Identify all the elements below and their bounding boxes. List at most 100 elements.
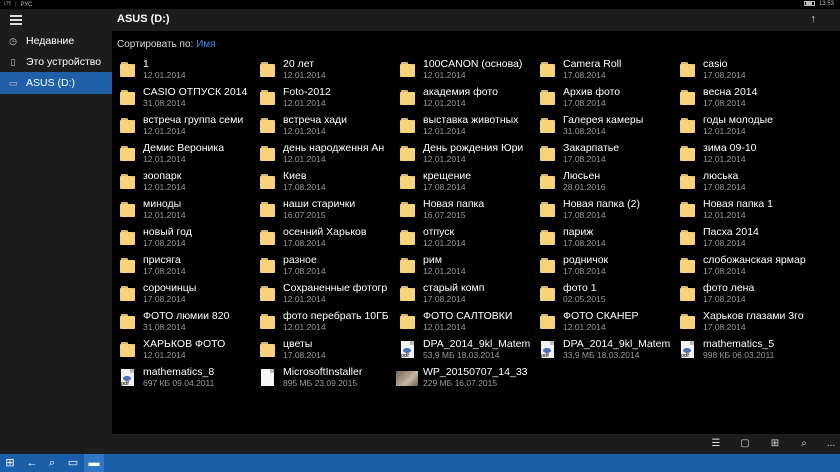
item-name: наши старички <box>283 198 356 210</box>
view-mode-icon[interactable]: ⊞ <box>768 437 782 451</box>
folder-item[interactable]: 20 лет 12.01.2014 <box>252 56 392 84</box>
item-meta: 17.08.2014 <box>283 350 326 360</box>
item-meta: 17.08.2014 <box>703 322 746 332</box>
more-icon[interactable]: ... <box>824 437 838 451</box>
folder-item[interactable]: CASIO ОТПУСК 2014 31.08.2014 <box>112 84 252 112</box>
folder-item[interactable]: casio 17.08.2014 <box>672 56 812 84</box>
task-view-icon[interactable]: ▭ <box>63 454 83 472</box>
folder-item[interactable]: фото перебрать 10ГБ 12.01.2014 <box>252 308 392 336</box>
folder-item[interactable]: крещение 17.08.2014 <box>392 168 532 196</box>
back-arrow-icon[interactable]: ← <box>22 454 42 472</box>
folder-item[interactable]: миноды 12.01.2014 <box>112 196 252 224</box>
file-item[interactable]: pdf DPA_2014_9kl_Matem 53,9 МБ 18.03.2014 <box>392 336 532 364</box>
file-item[interactable]: MicrosoftInstaller 895 МБ 23.09.2015 <box>252 364 392 392</box>
folder-item[interactable]: Киев 17.08.2014 <box>252 168 392 196</box>
folder-item[interactable]: рим 12.01.2014 <box>392 252 532 280</box>
folder-item[interactable]: встреча группа семи 12.01.2014 <box>112 112 252 140</box>
nav-item-this-device[interactable]: ▯ Это устройство <box>0 51 112 73</box>
folder-icon <box>119 341 136 358</box>
folder-icon <box>119 89 136 106</box>
clock-icon: ◷ <box>9 35 17 46</box>
folder-item[interactable]: люська 17.08.2014 <box>672 168 812 196</box>
folder-item[interactable]: новый год 17.08.2014 <box>112 224 252 252</box>
folder-item[interactable]: Foto-2012 12.01.2014 <box>252 84 392 112</box>
folder-item[interactable]: наши старички 16.07.2015 <box>252 196 392 224</box>
item-name: годы молодые <box>703 114 773 126</box>
file-item[interactable]: pdf mathematics_5 998 КБ 06.03.2011 <box>672 336 812 364</box>
hamburger-menu-icon[interactable] <box>10 15 22 25</box>
folder-item[interactable]: ФОТО люмии 820 31.08.2014 <box>112 308 252 336</box>
sort-dropdown[interactable]: Имя <box>196 39 215 50</box>
folder-item[interactable]: фото 1 02.05.2015 <box>532 280 672 308</box>
folder-item[interactable]: слобожанская ярмар 17.08.2014 <box>672 252 812 280</box>
start-windows-icon[interactable]: ⊞ <box>0 454 20 472</box>
folder-icon <box>119 173 136 190</box>
nav-item-asus-drive[interactable]: ▭ ASUS (D:) <box>0 72 112 94</box>
sort-bar: Сортировать по: Имя <box>117 39 216 50</box>
item-meta: 17.08.2014 <box>563 266 606 276</box>
clock-text: 13:53 <box>818 1 834 8</box>
item-name: mathematics_8 <box>143 366 215 378</box>
folder-item[interactable]: годы молодые 12.01.2014 <box>672 112 812 140</box>
folder-icon <box>259 61 276 78</box>
file-item[interactable]: pdf DPA_2014_9kl_Matem 33,9 МБ 18.03.2014 <box>532 336 672 364</box>
folder-item[interactable]: Люсьен 28.01.2016 <box>532 168 672 196</box>
folder-item[interactable]: день народження Ан 12.01.2014 <box>252 140 392 168</box>
folder-item[interactable]: париж 17.08.2014 <box>532 224 672 252</box>
up-arrow-icon[interactable]: ↑ <box>811 13 817 25</box>
folder-item[interactable]: Новая папка 16.07.2015 <box>392 196 532 224</box>
folder-item[interactable]: Демис Вероника 12.01.2014 <box>112 140 252 168</box>
folder-item[interactable]: Новая папка 1 12.01.2014 <box>672 196 812 224</box>
pdf-file-icon: pdf <box>679 341 696 359</box>
folder-item[interactable]: ХАРЬКОВ ФОТО 12.01.2014 <box>112 336 252 364</box>
folder-icon <box>539 313 556 330</box>
folder-item[interactable]: 1 12.01.2014 <box>112 56 252 84</box>
folder-item[interactable]: присяга 17.08.2014 <box>112 252 252 280</box>
item-name: отпуск <box>423 226 455 238</box>
new-folder-icon[interactable]: ▢ <box>738 437 752 451</box>
folder-item[interactable]: академия фото 12.01.2014 <box>392 84 532 112</box>
phone-icon: ▯ <box>10 56 16 67</box>
item-meta: 12.01.2014 <box>143 182 186 192</box>
item-meta: 17.08.2014 <box>563 70 606 80</box>
file-item[interactable]: WP_20150707_14_33 229 МБ 16.07.2015 <box>392 364 532 392</box>
folder-item[interactable]: сорочинцы 17.08.2014 <box>112 280 252 308</box>
folder-item[interactable]: отпуск 12.01.2014 <box>392 224 532 252</box>
folder-item[interactable]: выставка животных 12.01.2014 <box>392 112 532 140</box>
item-meta: 17.08.2014 <box>563 98 606 108</box>
status-right: 13:53 <box>803 1 834 8</box>
search-icon[interactable]: ⌕ <box>797 437 811 451</box>
folder-item[interactable]: зима 09-10 12.01.2014 <box>672 140 812 168</box>
folder-item[interactable]: Архив фото 17.08.2014 <box>532 84 672 112</box>
folder-item[interactable]: ФОТО САЛТОВКИ 12.01.2014 <box>392 308 532 336</box>
item-name: MicrosoftInstaller <box>283 366 363 378</box>
folder-item[interactable]: осенний Харьков 17.08.2014 <box>252 224 392 252</box>
folder-item[interactable]: встреча хади 12.01.2014 <box>252 112 392 140</box>
item-meta: 12.01.2014 <box>703 210 746 220</box>
folder-item[interactable]: весна 2014 17.08.2014 <box>672 84 812 112</box>
folder-item[interactable]: разное 17.08.2014 <box>252 252 392 280</box>
folder-item[interactable]: Camera Roll 17.08.2014 <box>532 56 672 84</box>
file-item[interactable]: pdf mathematics_8 697 КБ 09.04.2011 <box>112 364 252 392</box>
file-explorer-icon[interactable]: ▬ <box>84 454 104 472</box>
folder-item[interactable]: Сохраненные фотогр 12.01.2014 <box>252 280 392 308</box>
nav-item-recent[interactable]: ◷ Недавние <box>0 30 112 52</box>
folder-item[interactable]: ФОТО СКАНЕР 12.01.2014 <box>532 308 672 336</box>
folder-icon <box>399 285 416 302</box>
folder-item[interactable]: Пасха 2014 17.08.2014 <box>672 224 812 252</box>
folder-item[interactable]: фото лена 17.08.2014 <box>672 280 812 308</box>
folder-item[interactable]: цветы 17.08.2014 <box>252 336 392 364</box>
select-list-icon[interactable]: ☰ <box>709 437 723 451</box>
folder-item[interactable]: старый комп 17.08.2014 <box>392 280 532 308</box>
folder-item[interactable]: зоопарк 12.01.2014 <box>112 168 252 196</box>
folder-item[interactable]: День рождения Юри 12.01.2014 <box>392 140 532 168</box>
folder-item[interactable]: родничок 17.08.2014 <box>532 252 672 280</box>
folder-item[interactable]: Закарпатье 17.08.2014 <box>532 140 672 168</box>
search-icon[interactable]: ⌕ <box>42 454 62 472</box>
folder-item[interactable]: Харьков глазами 3го 17.08.2014 <box>672 308 812 336</box>
item-name: Архив фото <box>563 86 621 98</box>
folder-item[interactable]: Галерея камеры 31.08.2014 <box>532 112 672 140</box>
folder-item[interactable]: Новая папка (2) 17.08.2014 <box>532 196 672 224</box>
item-name: старый комп <box>423 282 485 294</box>
folder-item[interactable]: 100CANON (основа) 12.01.2014 <box>392 56 532 84</box>
